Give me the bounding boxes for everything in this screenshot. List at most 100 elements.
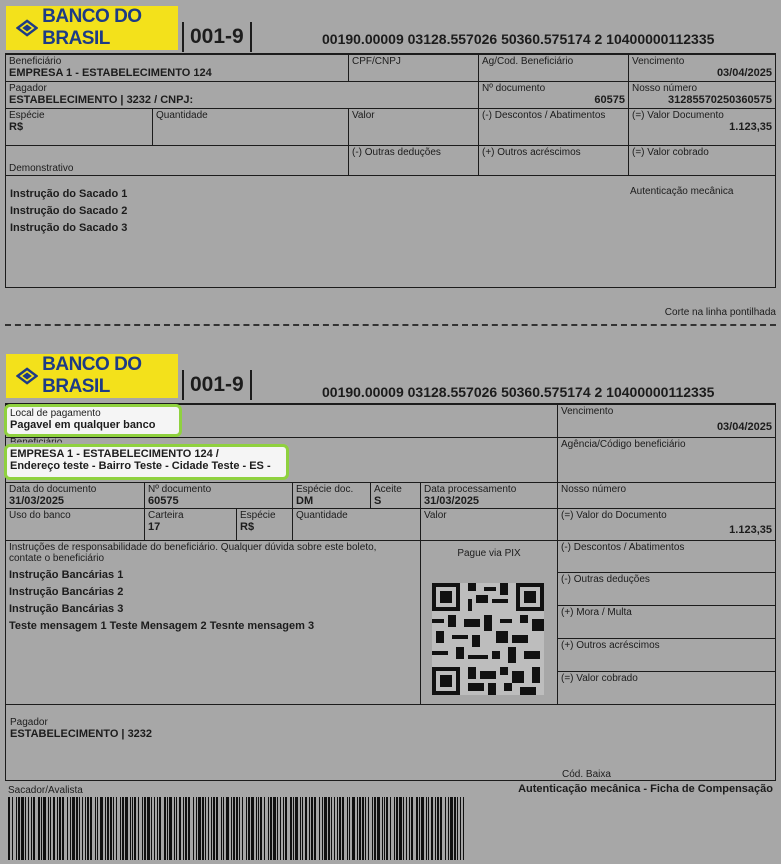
instrucao-line: Teste mensagem 1 Teste Mensagem 2 Tesnte… <box>9 620 315 632</box>
instrucao-line: Instrução Bancárias 2 <box>9 586 124 598</box>
cut-line-label: Corte na linha pontilhada <box>664 307 776 318</box>
barcode-bar <box>72 797 75 860</box>
label: Pagador <box>10 717 48 728</box>
receipt-quantidade: Quantidade <box>153 109 349 146</box>
barcode-bar <box>205 797 206 860</box>
barcode-bar <box>324 797 327 860</box>
bank-name: BANCO DO BRASIL <box>42 354 142 397</box>
barcode-bar <box>273 797 276 860</box>
label: Quantidade <box>156 110 208 121</box>
digitable-line: 00190.00009 03128.557026 50360.575174 2 … <box>322 31 715 47</box>
label: Instruções de responsabilidade do benefi… <box>9 542 377 564</box>
barcode-bar <box>322 797 323 860</box>
label: Nosso número <box>561 484 627 495</box>
barcode-bar <box>460 797 461 860</box>
label: Vencimento <box>561 406 614 417</box>
barcode-bar <box>223 797 224 860</box>
receipt-table: Beneficiário EMPRESA 1 - ESTABELECIMENTO… <box>5 53 776 288</box>
barcode-bar <box>314 797 316 860</box>
barcode-bar <box>409 797 410 860</box>
barcode-bar <box>50 797 51 860</box>
label: (-) Outras deduções <box>352 147 441 158</box>
barcode-bar <box>334 797 335 860</box>
barcode-bar <box>377 797 380 860</box>
receipt-outros-acrescimos: (+) Outros acréscimos <box>479 146 629 176</box>
barcode-bar <box>87 797 89 860</box>
barcode-bar <box>48 797 49 860</box>
barcode-bar <box>95 797 96 860</box>
barcode-bar <box>179 797 181 860</box>
barcode-bar <box>196 797 197 860</box>
label: Carteira <box>148 510 184 521</box>
barcode-bar <box>258 797 259 860</box>
barcode-bar <box>57 797 58 860</box>
barcode-bar <box>116 797 117 860</box>
value: 1.123,35 <box>729 121 772 133</box>
label: Espécie <box>240 510 276 521</box>
barcode-bar <box>362 797 364 860</box>
barcode-bar <box>105 797 106 860</box>
highlight-beneficiario[interactable]: EMPRESA 1 - ESTABELECIMENTO 124 / Endere… <box>4 444 289 480</box>
barcode-bar <box>331 797 332 860</box>
receipt-vencimento: Vencimento 03/04/2025 <box>629 55 775 82</box>
barcode-bar <box>295 797 298 860</box>
barcode-bar <box>226 797 229 860</box>
barcode-bar <box>85 797 86 860</box>
slip-valor-cobrado: (=) Valor cobrado <box>558 672 775 705</box>
barcode-bar <box>242 797 243 860</box>
label: Valor <box>424 510 447 521</box>
slip-nosso-num: Nosso número <box>558 483 775 509</box>
barcode-bar <box>193 797 194 860</box>
barcode-bar <box>213 797 215 860</box>
barcode-bar <box>305 797 307 860</box>
barcode-bar <box>67 797 68 860</box>
barcode-bar <box>8 797 10 860</box>
value: 03/04/2025 <box>716 421 772 433</box>
barcode-bar <box>183 797 184 860</box>
label: Data do documento <box>9 484 97 495</box>
slip-pagador: Pagador ESTABELECIMENTO | 3232 <box>10 717 152 740</box>
barcode-bar <box>399 797 402 860</box>
barcode-bar <box>236 797 238 860</box>
slip-data-doc: Data do documento 31/03/2025 <box>6 483 145 509</box>
label: Espécie doc. <box>296 484 354 495</box>
barcode-bar <box>202 797 204 860</box>
slip-uso-banco: Uso do banco <box>6 509 145 541</box>
barcode-bar <box>125 797 128 860</box>
barcode-bar <box>342 797 344 860</box>
sacador-avalista: Sacador/Avalista <box>8 785 83 796</box>
barcode-bar <box>384 797 385 860</box>
bank-logo-icon <box>16 19 39 37</box>
barcode-bar <box>283 797 284 860</box>
value: 31/03/2025 <box>9 495 65 507</box>
value: S <box>374 495 382 507</box>
digitable-line: 00190.00009 03128.557026 50360.575174 2 … <box>322 384 715 400</box>
value: 31285570250360575 <box>667 94 772 106</box>
barcode-bar <box>239 797 240 860</box>
barcode-bar <box>120 797 121 860</box>
barcode-bar <box>33 797 35 860</box>
barcode-bar <box>268 797 269 860</box>
value: Pagavel em qualquer banco <box>10 419 156 431</box>
highlight-local-pagamento[interactable]: Local de pagamento Pagavel em qualquer b… <box>4 404 182 437</box>
barcode-bar <box>154 797 155 860</box>
barcode-bar <box>256 797 257 860</box>
barcode-bar <box>277 797 278 860</box>
barcode-bar <box>43 797 46 860</box>
label: (+) Mora / Multa <box>561 607 632 618</box>
pix-label: Pague via PIX <box>457 548 521 559</box>
barcode-bar <box>151 797 152 860</box>
barcode-bar <box>208 797 209 860</box>
barcode-bar <box>248 797 250 860</box>
barcode-bar <box>365 797 366 860</box>
barcode-bar <box>53 797 55 860</box>
barcode-bar <box>347 797 348 860</box>
barcode-bar <box>122 797 124 860</box>
receipt-outras-deducoes: (-) Outras deduções <box>349 146 479 176</box>
slip-outras-deducoes: (-) Outras deduções <box>558 573 775 606</box>
receipt-beneficiario: Beneficiário EMPRESA 1 - ESTABELECIMENTO… <box>6 55 349 82</box>
slip-carteira: Carteira 17 <box>145 509 237 541</box>
barcode-bar <box>38 797 40 860</box>
barcode-bar <box>59 797 61 860</box>
slip-aceite: Aceite S <box>371 483 421 509</box>
